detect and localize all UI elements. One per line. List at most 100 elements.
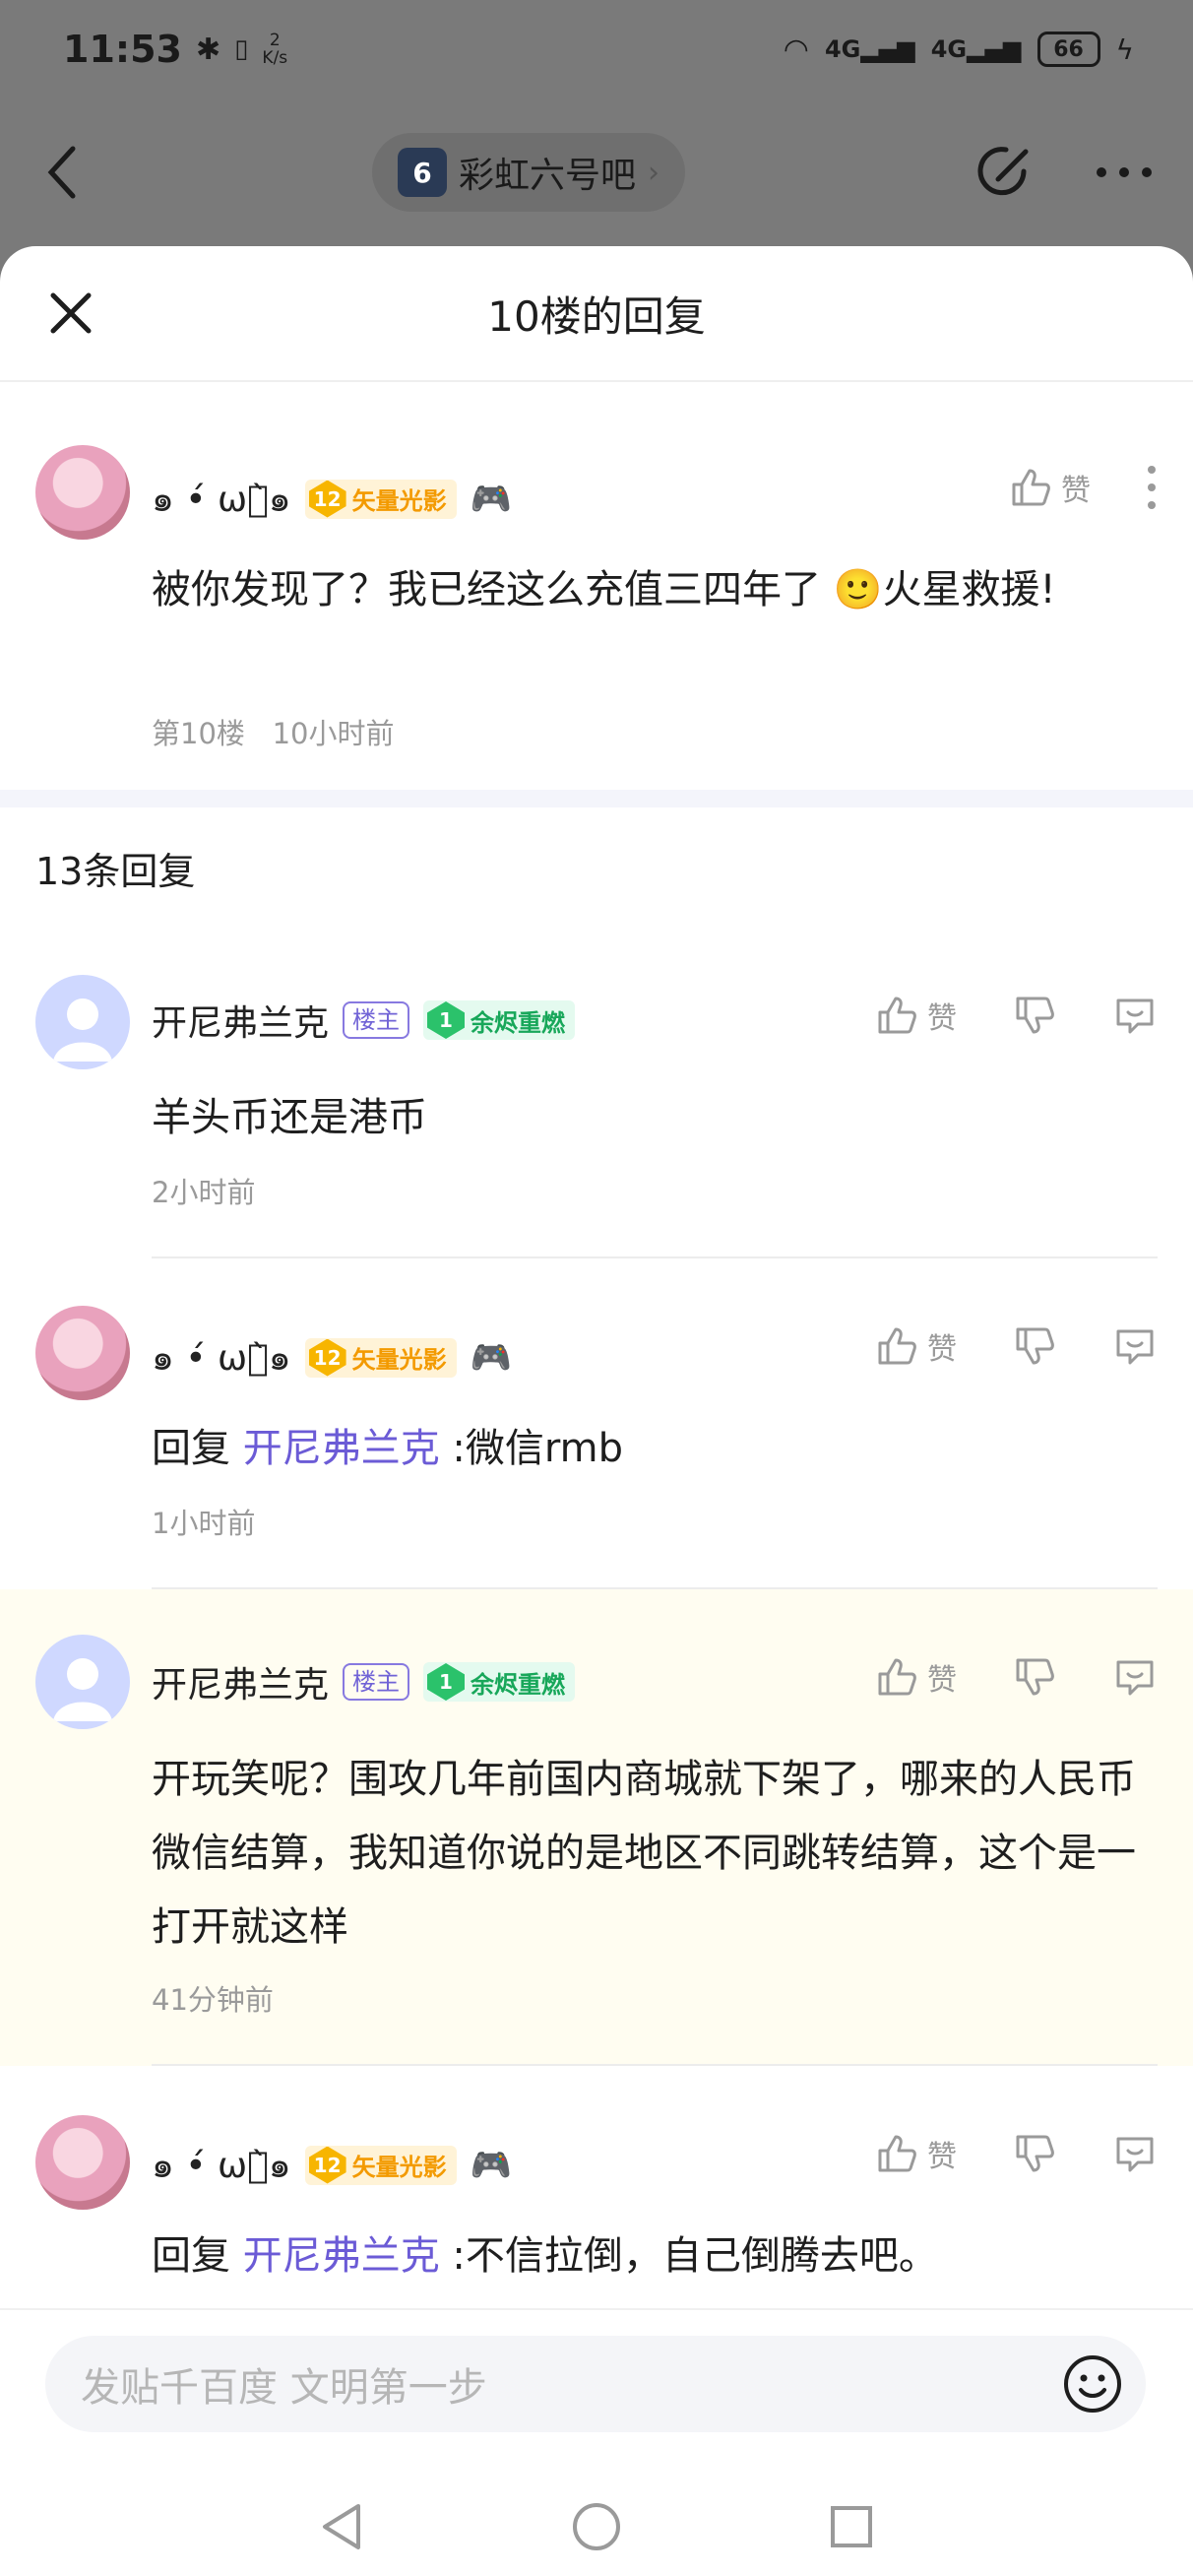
wifi-icon: ◠ bbox=[783, 32, 809, 67]
comment-icon[interactable] bbox=[1112, 2131, 1158, 2176]
thumbs-down-icon[interactable] bbox=[1012, 2131, 1057, 2176]
reply-author: ๑ •́ ωก̀๑ 12 矢量光影 🎮 bbox=[152, 1329, 512, 1385]
username[interactable]: 开尼弗兰克 bbox=[152, 1656, 329, 1707]
comment-icon[interactable] bbox=[1112, 1654, 1158, 1700]
host-badge: 楼主 bbox=[343, 1001, 410, 1039]
username[interactable]: ๑ •́ ωก̀๑ bbox=[152, 2137, 291, 2193]
comment-input[interactable]: 发贴千百度 文明第一步 bbox=[45, 2336, 1146, 2432]
chevron-right-icon: › bbox=[648, 155, 659, 190]
more-icon[interactable] bbox=[1095, 165, 1154, 179]
top-nav: 6 彩虹六号吧 › bbox=[0, 118, 1193, 226]
reply-actions: 赞 bbox=[874, 2131, 1158, 2176]
level-badge: 12 矢量光影 bbox=[304, 2145, 457, 2185]
forum-logo: 6 bbox=[397, 148, 447, 197]
like-label: 赞 bbox=[927, 1332, 957, 1367]
main-post-author: ๑ •́ ωก̀๑ 12 矢量光影 🎮 bbox=[152, 471, 512, 527]
reply-time: 1小时前 bbox=[152, 1507, 256, 1540]
reply-actions: 赞 bbox=[874, 993, 1158, 1038]
network-speed-value: 2 bbox=[269, 31, 281, 50]
divider bbox=[152, 2064, 1158, 2066]
like-label: 赞 bbox=[927, 2140, 957, 2174]
reply-count: 13条回复 bbox=[35, 850, 196, 893]
section-divider bbox=[0, 790, 1193, 807]
thumbs-down-icon[interactable] bbox=[1012, 1323, 1057, 1369]
bluetooth-icon: ✱ bbox=[195, 32, 221, 67]
level-number: 12 bbox=[308, 480, 346, 518]
edit-icon[interactable] bbox=[974, 142, 1036, 203]
thumbs-down-icon[interactable] bbox=[1012, 993, 1057, 1038]
main-post-meta: 第10楼 10小时前 bbox=[152, 711, 394, 752]
network-speed-unit: K/s bbox=[262, 48, 288, 68]
reply-content: 开玩笑呢？围攻几年前国内商城就下架了，哪来的人民币微信结算，我知道你说的是地区不… bbox=[152, 1757, 1136, 1950]
sheet-title: 10楼的回复 bbox=[487, 291, 706, 341]
main-post-actions: 赞 bbox=[1008, 465, 1158, 510]
avatar[interactable] bbox=[35, 2115, 130, 2210]
comment-icon[interactable] bbox=[1112, 1323, 1158, 1369]
reply-text: :不信拉倒，自己倒腾去吧。 bbox=[439, 2233, 938, 2279]
avatar[interactable] bbox=[35, 975, 130, 1069]
like-button[interactable]: 赞 bbox=[874, 1323, 957, 1369]
nav-home-icon[interactable] bbox=[571, 2501, 622, 2552]
system-nav-bar bbox=[0, 2478, 1193, 2576]
like-label: 赞 bbox=[927, 1001, 957, 1036]
forum-name: 彩虹六号吧 bbox=[458, 156, 636, 196]
floor-number: 第10楼 bbox=[152, 717, 245, 750]
main-post-content: 被你发现了？我已经这么充值三四年了 🙂火星救援! bbox=[152, 567, 1056, 612]
signal-4g-icon-2: 4G▂▄▆ bbox=[930, 35, 1022, 63]
reply-content: 回复 开尼弗兰克 :不信拉倒，自己倒腾去吧。 bbox=[152, 2220, 1154, 2293]
nav-back-icon[interactable] bbox=[319, 2502, 364, 2551]
avatar[interactable] bbox=[35, 1306, 130, 1400]
reply-author: 开尼弗兰克 楼主 1 余烬重燃 bbox=[152, 995, 576, 1046]
like-button[interactable]: 赞 bbox=[1008, 465, 1091, 510]
like-button[interactable]: 赞 bbox=[874, 993, 957, 1038]
username[interactable]: ๑ •́ ωก̀๑ bbox=[152, 471, 291, 527]
like-button[interactable]: 赞 bbox=[874, 2131, 957, 2176]
back-icon[interactable] bbox=[43, 143, 83, 202]
battery-indicator: 66 bbox=[1036, 32, 1100, 67]
level-title: 余烬重燃 bbox=[471, 1670, 566, 1699]
divider bbox=[152, 1256, 1158, 1258]
emoji-icon[interactable] bbox=[1061, 2352, 1124, 2415]
reply-content: 羊头币还是港币 bbox=[152, 1095, 427, 1140]
level-number: 12 bbox=[308, 1338, 346, 1377]
host-badge: 楼主 bbox=[343, 1663, 410, 1701]
reply-author: ๑ •́ ωก̀๑ 12 矢量光影 🎮 bbox=[152, 2137, 512, 2193]
level-badge: 12 矢量光影 bbox=[304, 1337, 457, 1378]
level-title: 矢量光影 bbox=[351, 487, 447, 515]
charging-icon: ϟ bbox=[1115, 32, 1134, 66]
reply-to-prefix: 回复 bbox=[152, 1426, 243, 1471]
signal-4g-icon: 4G▂▄▆ bbox=[824, 35, 915, 63]
level-badge: 1 余烬重燃 bbox=[423, 1000, 576, 1040]
avatar[interactable] bbox=[35, 445, 130, 540]
comment-placeholder: 发贴千百度 文明第一步 bbox=[81, 2365, 487, 2411]
network-speed: 2 K/s bbox=[262, 32, 287, 67]
reply-to-user[interactable]: 开尼弗兰克 bbox=[243, 1426, 440, 1471]
avatar[interactable] bbox=[35, 1635, 130, 1729]
like-button[interactable]: 赞 bbox=[874, 1654, 957, 1700]
sheet-header: 10楼的回复 bbox=[0, 246, 1193, 382]
level-number: 1 bbox=[427, 1001, 466, 1039]
gamepad-icon: 🎮 bbox=[470, 1337, 512, 1378]
level-title: 余烬重燃 bbox=[471, 1008, 566, 1037]
gamepad-icon: 🎮 bbox=[470, 2145, 512, 2185]
thumbs-up-icon bbox=[878, 1327, 916, 1365]
post-time: 10小时前 bbox=[272, 717, 395, 750]
level-badge: 12 矢量光影 bbox=[304, 479, 457, 519]
thumbs-up-icon bbox=[1012, 469, 1050, 506]
reply-to-user[interactable]: 开尼弗兰克 bbox=[243, 2233, 440, 2279]
nav-recents-icon[interactable] bbox=[829, 2504, 874, 2549]
reply-sheet: 10楼的回复 ๑ •́ ωก̀๑ 12 矢量光影 🎮 赞 被你发现了？我已经这么… bbox=[0, 246, 1193, 2576]
reply-actions: 赞 bbox=[874, 1654, 1158, 1700]
reply-author: 开尼弗兰克 楼主 1 余烬重燃 bbox=[152, 1656, 576, 1707]
like-label: 赞 bbox=[927, 1663, 957, 1698]
level-badge: 1 余烬重燃 bbox=[423, 1662, 576, 1702]
username[interactable]: ๑ •́ ωก̀๑ bbox=[152, 1329, 291, 1385]
close-icon[interactable] bbox=[47, 290, 94, 337]
comment-icon[interactable] bbox=[1112, 993, 1158, 1038]
forum-pill[interactable]: 6 彩虹六号吧 › bbox=[371, 133, 685, 212]
more-vertical-icon[interactable] bbox=[1146, 465, 1158, 510]
username[interactable]: 开尼弗兰克 bbox=[152, 995, 329, 1046]
status-time: 11:53 bbox=[63, 28, 182, 71]
thumbs-down-icon[interactable] bbox=[1012, 1654, 1057, 1700]
level-number: 12 bbox=[308, 2146, 346, 2184]
